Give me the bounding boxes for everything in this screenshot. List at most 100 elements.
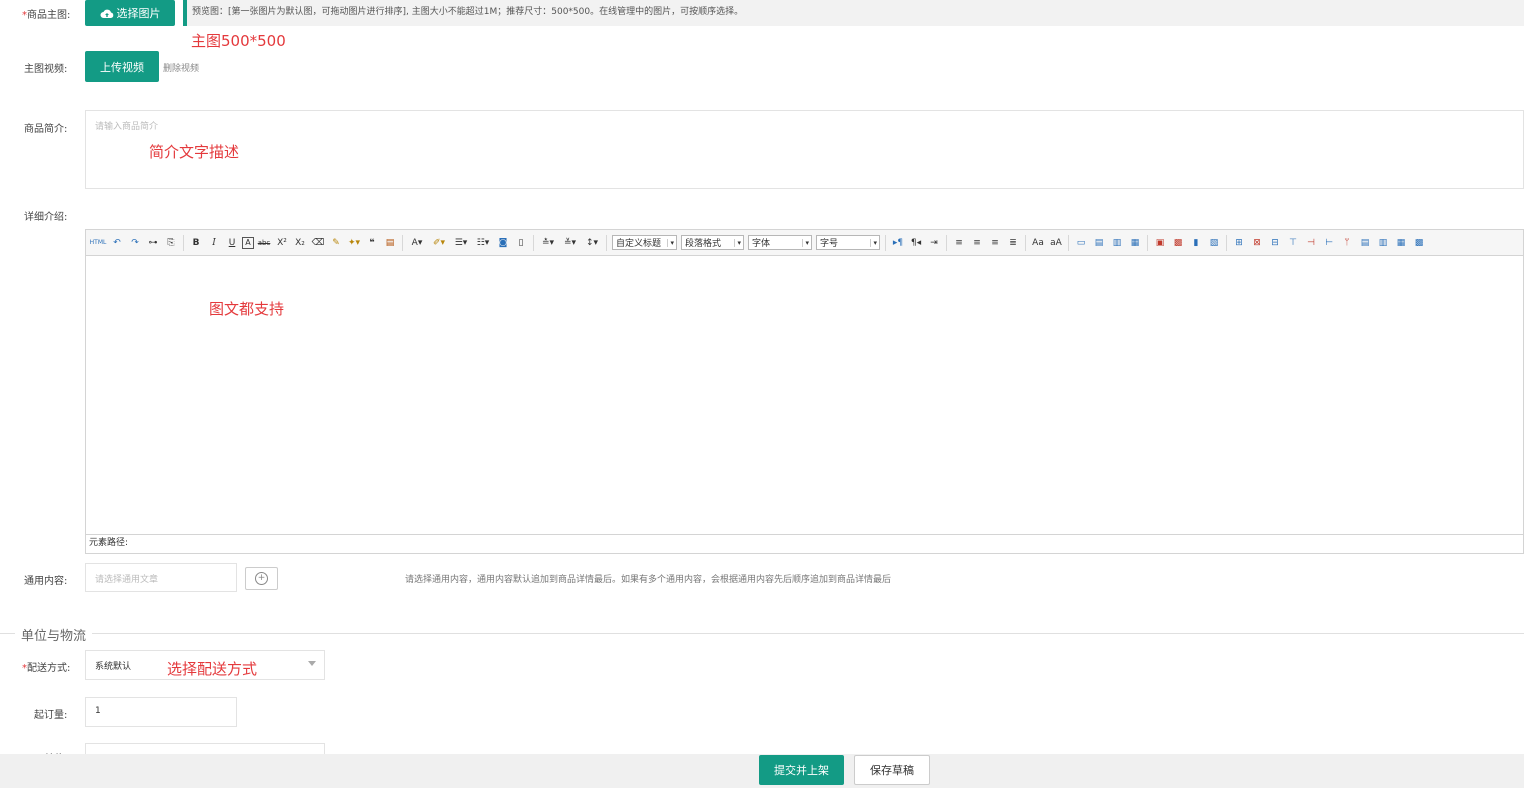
underline-icon[interactable]: U — [224, 235, 240, 251]
align-justify-icon[interactable]: ≣ — [1005, 235, 1021, 251]
rtl-icon[interactable]: ¶◂ — [908, 235, 924, 251]
image-left-icon[interactable]: ▤ — [1091, 235, 1107, 251]
delete-video-link[interactable]: 删除视频 — [163, 61, 199, 74]
align-center-icon[interactable]: ≡ — [969, 235, 985, 251]
magic-wand-icon[interactable]: ✦▾ — [346, 235, 362, 251]
font-border-icon[interactable]: A — [242, 236, 254, 249]
annotation-main-image: 主图500*500 — [191, 32, 286, 50]
image-none-icon[interactable]: ▭ — [1073, 235, 1089, 251]
eraser-icon[interactable]: ⌫ — [310, 235, 326, 251]
chevron-down-icon: ▾ — [870, 238, 877, 247]
upload-video-button[interactable]: 上传视频 — [85, 51, 159, 82]
line-height-icon[interactable]: ↕▾ — [582, 235, 602, 251]
lowercase-icon[interactable]: aA — [1048, 235, 1064, 251]
video-icon[interactable]: ▮ — [1188, 235, 1204, 251]
insert-paragraph-before-table-icon[interactable]: ⊟ — [1267, 235, 1283, 251]
strikethrough-icon[interactable]: abc — [256, 235, 272, 251]
editor-status-bar: 元素路径: — [86, 534, 1523, 553]
undo-icon[interactable]: ↶ — [109, 235, 125, 251]
delete-col-icon[interactable]: ᛘ — [1339, 235, 1355, 251]
plus-circle-icon: + — [255, 572, 268, 585]
intro-placeholder: 请输入商品简介 — [95, 122, 159, 132]
insert-col-icon[interactable]: ⊢ — [1321, 235, 1337, 251]
custom-title-combo[interactable]: 自定义标题 ▾ — [612, 235, 677, 250]
insert-row-icon[interactable]: ⊤ — [1285, 235, 1301, 251]
row-spacing-bottom-icon[interactable]: ≚▾ — [560, 235, 580, 251]
paste-plain-icon[interactable]: ▤ — [382, 235, 398, 251]
indent-icon[interactable]: ⇥ — [926, 235, 942, 251]
section-divider-left — [0, 633, 15, 634]
link-icon[interactable]: ⊶ — [145, 235, 161, 251]
row-spacing-top-icon[interactable]: ≛▾ — [538, 235, 558, 251]
split-cells-icon[interactable]: ▩ — [1411, 235, 1427, 251]
subscript-icon[interactable]: X₂ — [292, 235, 308, 251]
min-order-value: 1 — [95, 706, 101, 716]
delivery-value: 系统默认 — [95, 662, 132, 672]
preview-hint: 预览图：[第一张图片为默认图，可拖动图片进行排序], 主图大小不能超过1M；推荐… — [192, 7, 744, 17]
save-draft-button[interactable]: 保存草稿 — [854, 755, 930, 785]
select-all-icon[interactable]: ◙ — [495, 235, 511, 251]
main-image-label: *商品主图: — [22, 10, 71, 21]
common-content-placeholder: 请选择通用文章 — [95, 575, 159, 585]
highlight-color-icon[interactable]: ✐▾ — [429, 235, 449, 251]
paragraph-format-combo[interactable]: 段落格式 ▾ — [681, 235, 744, 250]
detail-label: 详细介绍: — [24, 212, 68, 223]
rich-text-editor[interactable]: HTML ↶ ↷ ⊶ ⎘ B I U A abc X² X₂ ⌫ ✎ ✦▾ ❝ … — [85, 229, 1524, 554]
format-painter-icon[interactable]: ⎘ — [163, 235, 179, 251]
min-order-input[interactable]: 1 — [85, 697, 237, 727]
select-image-button[interactable]: 选择图片 — [85, 0, 175, 26]
annotation-intro: 简介文字描述 — [149, 143, 240, 161]
font-color-icon[interactable]: A▾ — [407, 235, 427, 251]
common-content-hint: 请选择通用内容，通用内容默认追加到商品详情最后。如果有多个通用内容，会根据通用内… — [405, 575, 892, 585]
image-center-icon[interactable]: ▦ — [1127, 235, 1143, 251]
auto-format-icon[interactable]: ✎ — [328, 235, 344, 251]
superscript-icon[interactable]: X² — [274, 235, 290, 251]
delete-row-icon[interactable]: ⊣ — [1303, 235, 1319, 251]
submit-publish-button[interactable]: 提交并上架 — [759, 755, 844, 785]
common-content-label: 通用内容: — [24, 576, 68, 587]
insert-image-icon[interactable]: ▣ — [1152, 235, 1168, 251]
chevron-down-icon — [308, 661, 316, 666]
bottom-action-bar: 提交并上架 保存草稿 — [0, 754, 1524, 788]
delete-table-icon[interactable]: ⊠ — [1249, 235, 1265, 251]
align-right-icon[interactable]: ≡ — [987, 235, 1003, 251]
ltr-icon[interactable]: ▸¶ — [890, 235, 906, 251]
redo-icon[interactable]: ↷ — [127, 235, 143, 251]
annotation-detail: 图文都支持 — [209, 300, 285, 318]
html-source-icon[interactable]: HTML — [89, 235, 107, 251]
section-divider-right — [92, 633, 1524, 634]
multi-image-icon[interactable]: ▩ — [1170, 235, 1186, 251]
delivery-label: *配送方式: — [22, 663, 71, 674]
editor-content-area[interactable] — [86, 256, 1523, 534]
uppercase-icon[interactable]: Aa — [1030, 235, 1046, 251]
font-size-combo[interactable]: 字号 ▾ — [816, 235, 880, 250]
italic-icon[interactable]: I — [206, 235, 222, 251]
chevron-down-icon: ▾ — [802, 238, 809, 247]
bold-icon[interactable]: B — [188, 235, 204, 251]
clear-doc-icon[interactable]: ▯ — [513, 235, 529, 251]
insert-table-icon[interactable]: ⊞ — [1231, 235, 1247, 251]
blockquote-icon[interactable]: ❝ — [364, 235, 380, 251]
font-family-combo[interactable]: 字体 ▾ — [748, 235, 812, 250]
add-common-content-button[interactable]: + — [245, 567, 278, 590]
cloud-upload-icon — [100, 9, 113, 18]
merge-cells-icon[interactable]: ▤ — [1357, 235, 1373, 251]
annotation-delivery: 选择配送方式 — [167, 660, 258, 678]
attachment-icon[interactable]: ▧ — [1206, 235, 1222, 251]
merge-right-icon[interactable]: ▥ — [1375, 235, 1391, 251]
preview-area: 预览图：[第一张图片为默认图，可拖动图片进行排序], 主图大小不能超过1M；推荐… — [183, 0, 1524, 26]
align-left-icon[interactable]: ≡ — [951, 235, 967, 251]
main-video-label: 主图视频: — [24, 64, 68, 75]
chevron-down-icon: ▾ — [667, 238, 674, 247]
min-order-label: 起订量: — [34, 710, 68, 721]
merge-down-icon[interactable]: ▦ — [1393, 235, 1409, 251]
main-image-row: *商品主图: 选择图片 预览图：[第一张图片为默认图，可拖动图片进行排序], 主… — [0, 0, 1524, 27]
unordered-list-icon[interactable]: ☷▾ — [473, 235, 493, 251]
intro-textarea[interactable]: 请输入商品简介 — [85, 110, 1524, 189]
common-content-input[interactable]: 请选择通用文章 — [85, 563, 237, 592]
image-right-icon[interactable]: ▥ — [1109, 235, 1125, 251]
element-path-label: 元素路径: — [89, 538, 129, 548]
section-title-unit-logistics: 单位与物流 — [21, 629, 87, 644]
ordered-list-icon[interactable]: ☰▾ — [451, 235, 471, 251]
chevron-down-icon: ▾ — [734, 238, 741, 247]
